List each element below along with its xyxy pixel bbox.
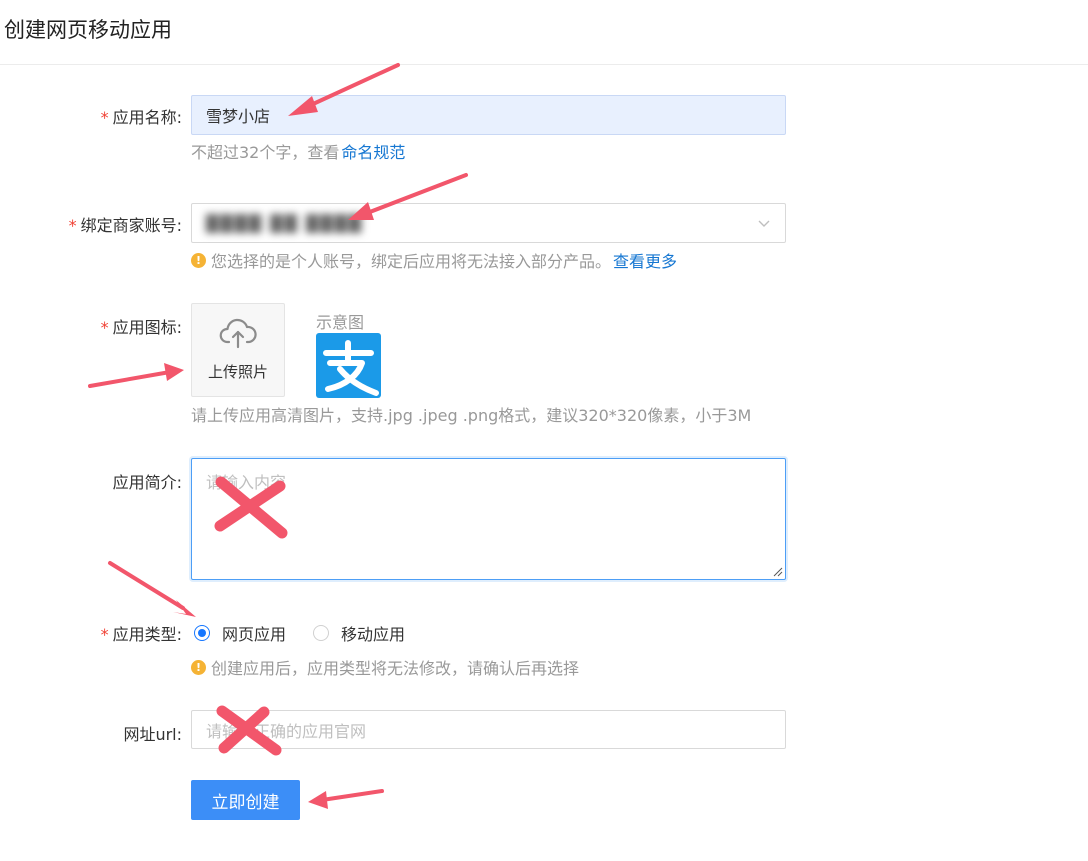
app-type-warning-text: 创建应用后，应用类型将无法修改，请确认后再选择	[211, 659, 580, 678]
create-now-button[interactable]: 立即创建	[191, 780, 300, 820]
app-intro-textarea[interactable]: 请输入内容	[191, 458, 786, 580]
radio-mobile-app-label: 移动应用	[341, 625, 406, 644]
app-intro-placeholder: 请输入内容	[206, 473, 287, 492]
naming-rules-link[interactable]: 命名规范	[341, 139, 405, 163]
required-mark: *	[100, 108, 109, 127]
page-title: 创建网页移动应用	[4, 18, 172, 42]
alipay-logo	[316, 333, 381, 398]
warning-circle-icon: !	[191, 659, 206, 675]
required-mark: *	[100, 625, 109, 644]
app-icon-label: * 应用图标:	[101, 314, 182, 338]
url-input[interactable]: 请输入正确的应用官网	[191, 710, 786, 749]
radio-checked-icon	[194, 625, 210, 641]
merchant-account-label-text: 绑定商家账号:	[80, 216, 182, 235]
annotation-arrow-icon	[88, 363, 184, 388]
merchant-account-warning-text: 您选择的是个人账号，绑定后应用将无法接入部分产品。	[211, 252, 612, 271]
app-name-help: 不超过32个字，查看 命名规范	[191, 139, 405, 163]
app-type-label: * 应用类型:	[101, 621, 182, 645]
url-placeholder: 请输入正确的应用官网	[206, 721, 367, 741]
cloud-upload-icon	[219, 318, 257, 349]
app-name-input[interactable]: 雪梦小店	[191, 95, 786, 135]
radio-mobile-app[interactable]: 移动应用	[313, 621, 405, 645]
chevron-down-icon	[758, 220, 770, 227]
merchant-account-warning: ! 您选择的是个人账号，绑定后应用将无法接入部分产品。 查看更多	[191, 248, 677, 272]
app-type-label-text: 应用类型:	[112, 625, 182, 644]
annotation-arrow-icon	[308, 789, 384, 809]
app-type-warning: ! 创建应用后，应用类型将无法修改，请确认后再选择	[191, 655, 579, 679]
merchant-account-select[interactable]: ████ ██ ████	[191, 203, 786, 243]
header-divider	[0, 64, 1088, 65]
radio-web-app-label: 网页应用	[222, 625, 287, 644]
merchant-account-value: ████ ██ ████	[206, 213, 364, 233]
merchant-account-label: * 绑定商家账号:	[69, 212, 182, 236]
radio-unchecked-icon	[313, 625, 329, 641]
app-icon-label-text: 应用图标:	[112, 318, 182, 337]
alipay-logo-glyph	[323, 340, 379, 396]
app-icon-help: 请上传应用高清图片，支持.jpg .jpeg .png格式，建议320*320像…	[191, 406, 752, 425]
required-mark: *	[100, 318, 109, 337]
app-name-value: 雪梦小店	[206, 107, 271, 126]
upload-photo-label: 上传照片	[207, 363, 268, 381]
app-intro-label: 应用简介:	[112, 473, 182, 492]
app-name-help-text: 不超过32个字，查看	[191, 143, 340, 162]
url-label: 网址url:	[123, 725, 182, 744]
view-more-link[interactable]: 查看更多	[613, 248, 677, 272]
resize-handle-icon[interactable]	[773, 567, 783, 577]
sample-label: 示意图	[316, 313, 365, 332]
annotation-arrow-icon	[108, 561, 196, 617]
upload-photo-button[interactable]: 上传照片	[191, 303, 285, 397]
app-name-label-text: 应用名称:	[112, 108, 182, 127]
warning-circle-icon: !	[191, 252, 206, 268]
required-mark: *	[68, 216, 77, 235]
radio-web-app[interactable]: 网页应用	[194, 621, 286, 645]
app-name-label: * 应用名称:	[101, 104, 182, 128]
